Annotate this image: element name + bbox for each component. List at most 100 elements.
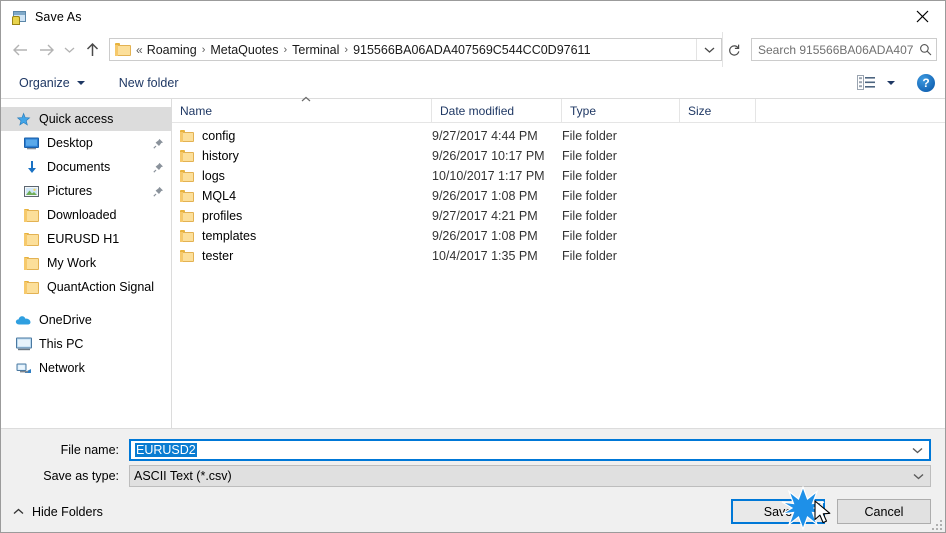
column-header-label: Size — [688, 103, 712, 118]
file-date: 9/26/2017 1:08 PM — [432, 229, 538, 243]
resize-grip-icon[interactable] — [930, 518, 942, 530]
pin-icon[interactable] — [151, 186, 165, 197]
table-row[interactable]: templates 9/26/2017 1:08 PM File folder — [172, 226, 945, 246]
file-name-chevron-down-icon[interactable] — [905, 447, 929, 454]
table-row[interactable]: profiles 9/27/2017 4:21 PM File folder — [172, 206, 945, 226]
breadcrumb-item-terminal[interactable]: Terminal — [292, 43, 339, 57]
sidebar-item-eurusd-h1[interactable]: EURUSD H1 — [1, 227, 171, 251]
sidebar-item-my-work[interactable]: My Work — [1, 251, 171, 275]
table-row[interactable]: tester 10/4/2017 1:35 PM File folder — [172, 246, 945, 266]
address-chevron-down-icon[interactable] — [696, 39, 721, 60]
new-folder-button[interactable]: New folder — [115, 71, 183, 95]
column-header-label: Name — [180, 103, 213, 118]
sidebar-item-downloaded[interactable]: Downloaded — [1, 203, 171, 227]
sidebar-item-network[interactable]: Network — [1, 356, 171, 380]
breadcrumb-item-metaquotes[interactable]: MetaQuotes — [210, 43, 278, 57]
star-icon — [15, 111, 32, 127]
file-type: File folder — [562, 129, 617, 143]
folder-icon — [180, 190, 194, 202]
back-icon[interactable] — [7, 37, 33, 63]
column-headers: Name Date modified Type Size — [172, 96, 945, 123]
file-name-input[interactable]: EURUSD2 — [129, 439, 931, 461]
save-as-dialog: Save As « Roaming › MetaQuotes › Termina… — [0, 0, 946, 533]
table-row[interactable]: config 9/27/2017 4:44 PM File folder — [172, 126, 945, 146]
file-name: history — [202, 149, 239, 163]
refresh-icon[interactable] — [722, 32, 745, 67]
view-layout-icon[interactable] — [855, 74, 877, 92]
save-as-type-chevron-down-icon[interactable] — [906, 473, 930, 480]
organize-button[interactable]: Organize — [15, 71, 89, 95]
breadcrumb: « Roaming › MetaQuotes › Terminal › 9155… — [135, 43, 696, 57]
help-label: ? — [922, 75, 930, 90]
title-bar: Save As — [1, 1, 945, 32]
sidebar-item-documents[interactable]: Documents — [1, 155, 171, 179]
recent-locations-chevron-down-icon[interactable] — [59, 37, 79, 63]
breadcrumb-item-terminal-id[interactable]: 915566BA06ADA407569C544CC0D97611 — [353, 43, 590, 57]
file-type: File folder — [562, 169, 617, 183]
folder-icon — [180, 250, 194, 262]
organize-label: Organize — [19, 75, 70, 90]
breadcrumb-overflow[interactable]: « — [135, 43, 147, 57]
folder-icon — [23, 207, 40, 223]
view-chevron-down-icon[interactable] — [887, 80, 895, 85]
new-folder-label: New folder — [118, 75, 179, 90]
pin-icon[interactable] — [151, 138, 165, 149]
hide-folders-button[interactable]: Hide Folders — [13, 505, 103, 519]
cancel-button[interactable]: Cancel — [837, 499, 931, 524]
file-date: 10/4/2017 1:35 PM — [432, 249, 538, 263]
sidebar-item-pictures[interactable]: Pictures — [1, 179, 171, 203]
sidebar-item-onedrive[interactable]: OneDrive — [1, 308, 171, 332]
file-name-cell: MQL4 — [172, 189, 432, 203]
file-date: 9/26/2017 1:08 PM — [432, 189, 538, 203]
column-header-type[interactable]: Type — [562, 99, 680, 122]
folder-icon — [180, 170, 194, 182]
search-input[interactable]: Search 915566BA06ADA40756... — [751, 38, 937, 61]
folder-icon — [23, 231, 40, 247]
navigation-pane: Quick access Desktop Documents Pictures … — [1, 99, 172, 428]
sidebar-item-quick-access[interactable]: Quick access — [1, 107, 171, 131]
folder-icon — [180, 210, 194, 222]
save-button[interactable]: Save — [731, 499, 825, 524]
file-name-cell: templates — [172, 229, 432, 243]
dialog-body: Quick access Desktop Documents Pictures … — [1, 96, 945, 429]
pin-icon[interactable] — [151, 162, 165, 173]
file-date: 9/26/2017 10:17 PM — [432, 149, 545, 163]
folder-icon — [180, 150, 194, 162]
close-icon[interactable] — [899, 1, 945, 31]
table-row[interactable]: history 9/26/2017 10:17 PM File folder — [172, 146, 945, 166]
column-header-filler — [756, 99, 945, 122]
file-name: profiles — [202, 209, 243, 223]
cancel-label: Cancel — [864, 504, 904, 519]
sidebar-item-desktop[interactable]: Desktop — [1, 131, 171, 155]
sidebar-item-label: OneDrive — [39, 313, 92, 327]
up-icon[interactable] — [79, 37, 105, 63]
file-type: File folder — [562, 249, 617, 263]
address-bar[interactable]: « Roaming › MetaQuotes › Terminal › 9155… — [109, 38, 722, 61]
pictures-icon — [23, 183, 40, 199]
column-header-date-modified[interactable]: Date modified — [432, 99, 562, 122]
breadcrumb-item-roaming[interactable]: Roaming — [147, 43, 197, 57]
sidebar-item-this-pc[interactable]: This PC — [1, 332, 171, 356]
help-icon[interactable]: ? — [917, 73, 935, 92]
file-name: logs — [202, 169, 225, 183]
navigation-bar: « Roaming › MetaQuotes › Terminal › 9155… — [1, 32, 945, 67]
file-name-cell: config — [172, 129, 432, 143]
folder-icon — [115, 43, 131, 56]
save-as-type-label: Save as type: — [43, 469, 119, 483]
breadcrumb-separator: › — [344, 43, 349, 56]
sidebar-item-label: Quick access — [39, 112, 114, 126]
window-title: Save As — [35, 9, 82, 24]
file-name: templates — [202, 229, 257, 243]
table-row[interactable]: MQL4 9/26/2017 1:08 PM File folder — [172, 186, 945, 206]
sidebar-item-label: Network — [39, 361, 85, 375]
save-as-type-select[interactable]: ASCII Text (*.csv) — [129, 465, 931, 487]
column-header-size[interactable]: Size — [680, 99, 756, 122]
column-header-name[interactable]: Name — [172, 96, 432, 122]
file-name-value: EURUSD2 — [135, 443, 197, 457]
forward-icon[interactable] — [33, 37, 59, 63]
sidebar-item-quantaction-signal[interactable]: QuantAction Signal — [1, 275, 171, 299]
search-placeholder: Search 915566BA06ADA40756... — [758, 42, 914, 57]
file-name-cell: tester — [172, 249, 432, 263]
table-row[interactable]: logs 10/10/2017 1:17 PM File folder — [172, 166, 945, 186]
file-date: 9/27/2017 4:44 PM — [432, 129, 538, 143]
